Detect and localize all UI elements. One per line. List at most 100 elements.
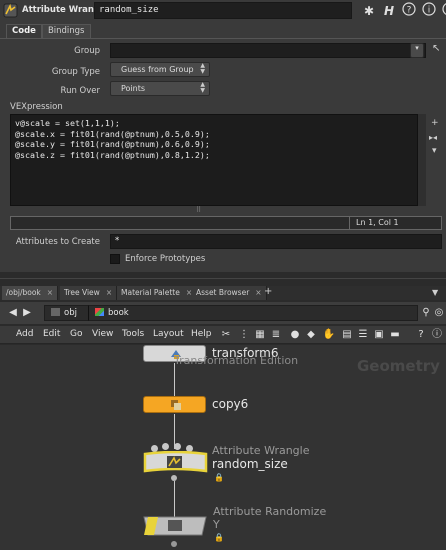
pane-menu-icon[interactable]: ▼: [428, 286, 442, 300]
node-copy6[interactable]: [143, 396, 206, 413]
path-obj[interactable]: obj: [44, 305, 92, 321]
node-random-size-label: random_size: [212, 457, 288, 471]
vexpression-label: VEXpression: [10, 102, 63, 112]
vex-code-editor[interactable]: v@scale = set(1,1,1); @scale.x = fit01(ra…: [10, 114, 418, 206]
input-connector[interactable]: [174, 443, 181, 450]
tab-obj-book[interactable]: /obj/book ×: [2, 286, 59, 300]
wire: [174, 363, 175, 396]
group-label: Group: [74, 46, 100, 56]
run-over-label: Run Over: [60, 86, 100, 96]
parameter-tabs: Code Bindings: [6, 24, 91, 38]
path-bar: ◀ ▶ obj book ⚲ ◎: [0, 302, 446, 324]
network-context-label: Geometry: [357, 357, 440, 375]
arrow-down-icon[interactable]: ▾: [432, 146, 437, 156]
network-menu-bar: Add Edit Go View Tools Layout Help ✂ ⋮ ▦…: [0, 326, 446, 344]
menu-help[interactable]: Help: [191, 329, 212, 339]
svg-text:?: ?: [407, 6, 412, 16]
network-editor[interactable]: Geometry transform6 Transformation Editi…: [0, 345, 446, 550]
node-transform6-subtitle: Transformation Edition: [174, 354, 299, 367]
run-over-menu[interactable]: Points ▲ ▼: [110, 81, 210, 96]
group-dropdown-button[interactable]: ▾: [410, 43, 424, 58]
back-arrow-icon[interactable]: ◀: [6, 306, 20, 320]
grid-view-icon[interactable]: ▤: [340, 328, 354, 342]
wrangle-node-icon: [3, 3, 18, 18]
wire: [174, 481, 175, 517]
menu-layout[interactable]: Layout: [153, 329, 184, 339]
copy-icon: [171, 400, 181, 410]
tab-tree-view[interactable]: Tree View ×: [60, 286, 118, 300]
hand-icon[interactable]: ✋: [322, 328, 336, 342]
run-over-value: Points: [121, 84, 146, 93]
tab-asset-browser[interactable]: Asset Browser ×: [192, 286, 267, 300]
menu-add[interactable]: Add: [16, 329, 33, 339]
group-type-menu[interactable]: Guess from Group ▲ ▼: [110, 62, 210, 77]
node-random-size-type: Attribute Wrangle: [212, 444, 310, 457]
grid-icon[interactable]: ▦: [253, 328, 267, 342]
tab-divider: [0, 38, 446, 39]
pane-divider[interactable]: [0, 272, 446, 286]
forward-arrow-icon[interactable]: ▶: [20, 306, 34, 320]
input-connector[interactable]: [162, 443, 169, 450]
code-line: @scale.z = fit01(rand(@ptnum),0.8,1.2);: [15, 149, 210, 160]
group-field[interactable]: [110, 43, 426, 58]
enforce-prototypes-checkbox[interactable]: [110, 254, 120, 264]
group-type-value: Guess from Group: [121, 65, 194, 74]
geometry-icon: [95, 308, 104, 316]
node-attribute-randomize[interactable]: [140, 515, 210, 537]
node-name-field[interactable]: random_size: [94, 2, 352, 19]
color-palette-icon[interactable]: ●: [288, 328, 302, 342]
tools-icon[interactable]: ✂: [219, 328, 233, 342]
menu-view[interactable]: View: [92, 329, 113, 339]
tab-code[interactable]: Code: [6, 24, 42, 38]
tab-material-palette[interactable]: Material Palette ×: [117, 286, 198, 300]
gear-icon[interactable]: ✱: [360, 2, 378, 20]
pane-divider-line: [0, 278, 446, 279]
group-select-arrow-icon[interactable]: ↖: [432, 43, 440, 54]
menu-arrows-icon: ▲ ▼: [200, 81, 205, 94]
group-type-label: Group Type: [51, 67, 100, 77]
code-line: @scale.y = fit01(rand(@ptnum),0.6,0.9);: [15, 139, 210, 149]
network-box-icon[interactable]: ▬: [388, 328, 402, 342]
resize-grip-icon[interactable]: ⠿: [196, 206, 201, 214]
pin-icon[interactable]: ⚲: [419, 306, 433, 320]
node-attribute-randomize-label: Attribute Randomize: [213, 505, 327, 518]
cursor-position: Ln 1, Col 1: [349, 217, 405, 229]
network-layout-icon[interactable]: ⋮: [237, 328, 251, 342]
plus-icon[interactable]: +: [431, 118, 439, 128]
attributes-to-create-label: Attributes to Create: [15, 237, 100, 247]
tab-bindings[interactable]: Bindings: [41, 24, 91, 38]
info-icon[interactable]: ⓘ: [430, 328, 444, 342]
menu-edit[interactable]: Edit: [43, 329, 60, 339]
lock-icon: 🔒: [214, 533, 224, 542]
help-icon[interactable]: ?: [400, 2, 418, 20]
parameter-pane: Attribute Wrangle random_size ✱ H ? i Co…: [0, 0, 446, 272]
list-view-icon[interactable]: ☰: [356, 328, 370, 342]
menu-go[interactable]: Go: [70, 329, 82, 339]
info-icon[interactable]: i: [420, 2, 438, 20]
editor-status-bar: Ln 1, Col 1: [10, 216, 442, 230]
align-icon[interactable]: ≣: [269, 328, 283, 342]
frame-icon[interactable]: ▣: [372, 328, 386, 342]
obj-icon: [51, 308, 60, 316]
menu-tools[interactable]: Tools: [122, 329, 144, 339]
code-line: @scale.x = fit01(rand(@ptnum),0.5,0.9);: [15, 128, 210, 139]
node-attribute-randomize-subtitle: Y: [213, 518, 220, 531]
output-connector[interactable]: [171, 541, 177, 547]
link-icon[interactable]: ◎: [432, 306, 446, 320]
pin-icon[interactable]: [440, 2, 446, 20]
code-editor-scrollbar[interactable]: [418, 114, 426, 206]
add-tab-icon[interactable]: +: [262, 286, 274, 300]
help-icon[interactable]: ?: [414, 328, 428, 342]
node-random-size[interactable]: [140, 451, 210, 475]
parameter-titlebar: Attribute Wrangle random_size ✱ H ? i: [0, 0, 446, 22]
attributes-to-create-field[interactable]: *: [110, 234, 442, 249]
menu-arrows-icon: ▲ ▼: [200, 62, 205, 75]
svg-text:i: i: [428, 6, 431, 16]
node-copy6-label: copy6: [212, 397, 249, 411]
shape-palette-icon[interactable]: ◆: [304, 328, 318, 342]
create-spare-params-icon[interactable]: ▸◂: [429, 133, 437, 142]
houdini-h-icon[interactable]: H: [380, 2, 398, 20]
path-book[interactable]: book: [88, 305, 418, 321]
lock-icon: 🔒: [214, 473, 224, 482]
code-line: v@scale = set(1,1,1);: [15, 118, 120, 128]
